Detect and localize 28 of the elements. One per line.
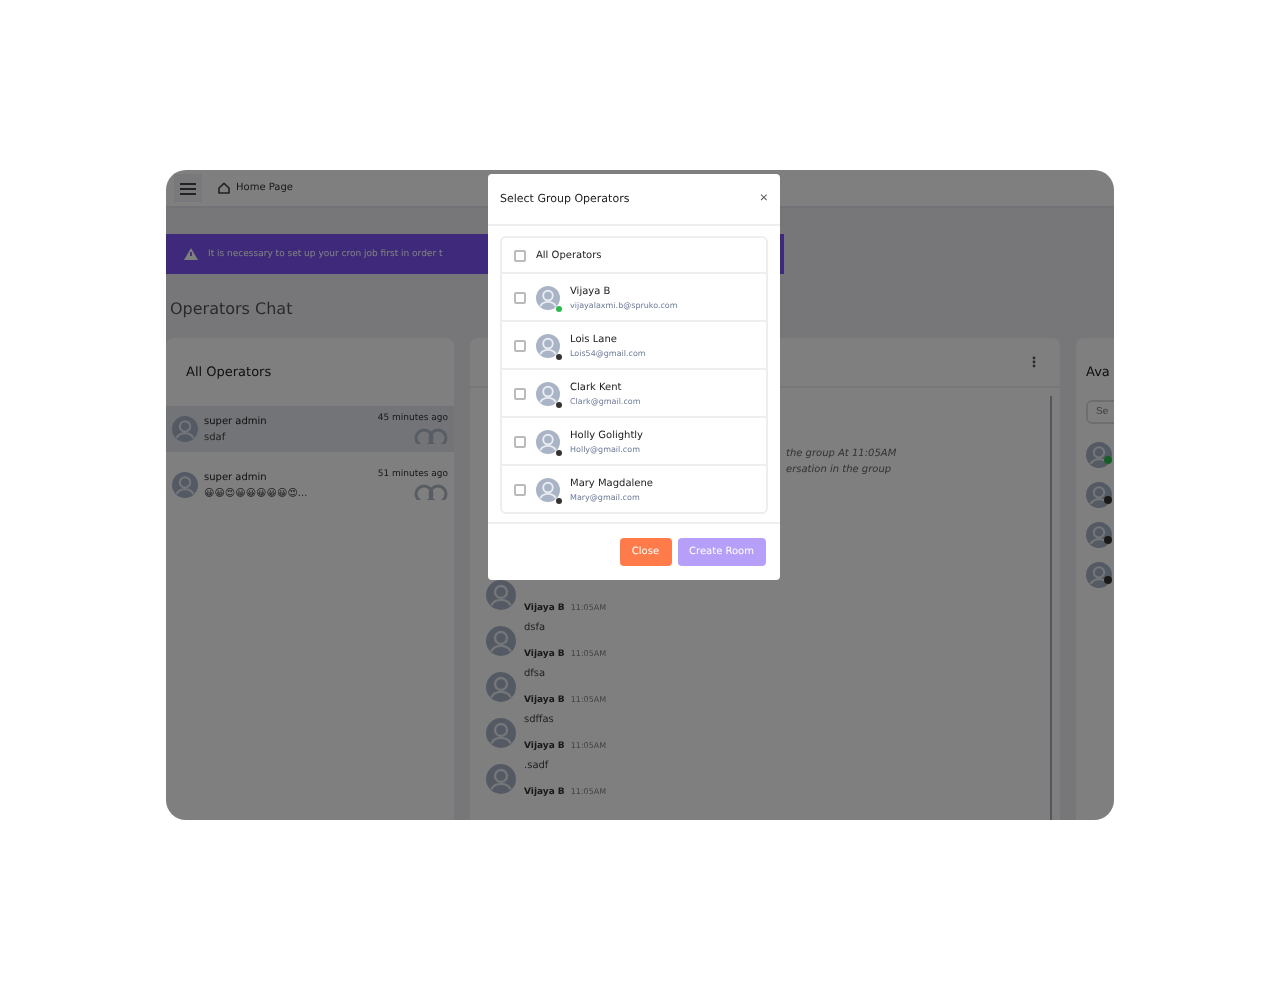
- checkbox[interactable]: [514, 483, 526, 495]
- avatar-icon: [536, 333, 560, 357]
- checkbox[interactable]: [514, 249, 526, 261]
- checkbox[interactable]: [514, 387, 526, 399]
- avatar-icon[interactable]: [1086, 522, 1112, 548]
- avatar-icon: [486, 764, 516, 794]
- group-avatars-icon: [414, 484, 448, 500]
- avatar-icon: [536, 285, 560, 309]
- warning-icon: [184, 248, 198, 260]
- checkbox[interactable]: [514, 339, 526, 351]
- avatar-icon[interactable]: [1086, 442, 1112, 468]
- checkbox[interactable]: [514, 291, 526, 303]
- avatar-icon: [486, 626, 516, 656]
- avatar-icon: [486, 580, 516, 610]
- home-icon: [218, 182, 230, 194]
- checkbox[interactable]: [514, 435, 526, 447]
- avatar-icon: [172, 416, 198, 442]
- avatar-icon: [172, 472, 198, 498]
- avatar-icon: [536, 381, 560, 405]
- avatar-icon: [536, 429, 560, 453]
- avatar-icon: [486, 718, 516, 748]
- avatar-icon[interactable]: [1086, 482, 1112, 508]
- avatar-icon: [536, 477, 560, 501]
- group-avatars-icon: [414, 428, 448, 444]
- avatar-icon[interactable]: [1086, 562, 1112, 588]
- avatar-icon: [486, 672, 516, 702]
- menu-icon[interactable]: [174, 174, 202, 202]
- page-title: Operators Chat: [170, 300, 293, 318]
